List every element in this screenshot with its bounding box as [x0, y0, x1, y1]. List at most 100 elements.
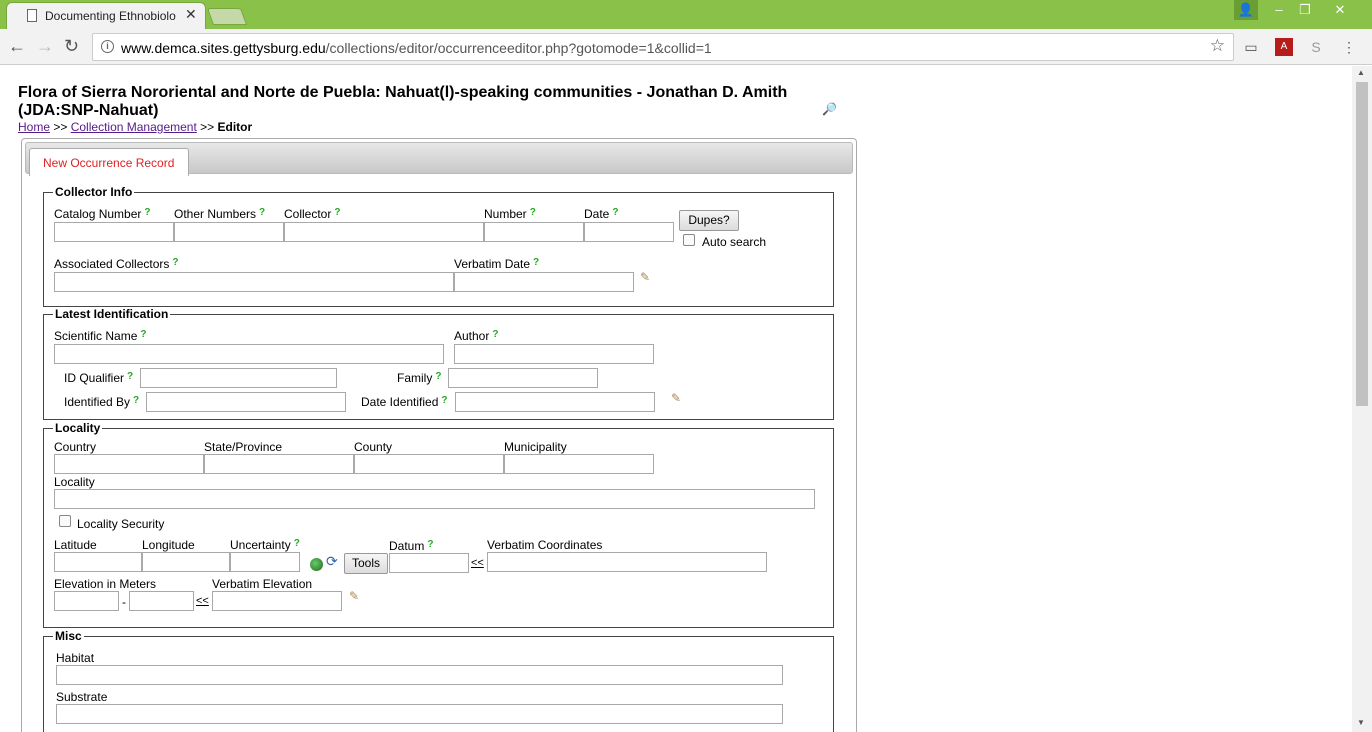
edit-pencil-icon[interactable]: ✎ — [640, 270, 650, 284]
help-icon: ? — [427, 539, 434, 550]
verbatim-coordinates-input[interactable] — [487, 552, 767, 572]
back-icon[interactable]: ← — [8, 36, 26, 56]
breadcrumb-home-link[interactable]: Home — [18, 120, 50, 134]
minimize-icon[interactable]: – — [1268, 0, 1290, 20]
copy-elevation-link[interactable]: << — [196, 595, 209, 607]
geolocate-icon[interactable]: ⟳ — [326, 553, 338, 570]
dupes-button[interactable]: Dupes? — [679, 210, 739, 231]
longitude-label: Longitude — [142, 538, 195, 552]
author-input[interactable] — [454, 344, 654, 364]
scroll-up-icon[interactable]: ▲ — [1357, 68, 1365, 77]
close-tab-icon[interactable]: ✕ — [185, 6, 197, 23]
cast-icon[interactable]: ▭ — [1242, 38, 1260, 56]
editor-panel: New Occurrence Record Collector Info Cat… — [21, 138, 857, 732]
latest-identification-legend: Latest Identification — [53, 307, 171, 321]
breadcrumb-collection-management-link[interactable]: Collection Management — [71, 120, 197, 134]
locality-security-checkbox[interactable] — [59, 515, 71, 527]
help-icon: ? — [334, 207, 341, 218]
reload-icon[interactable]: ↻ — [64, 36, 79, 56]
country-input[interactable] — [54, 454, 204, 474]
info-icon[interactable]: i — [101, 40, 114, 53]
scientific-name-input[interactable] — [54, 344, 444, 364]
help-icon: ? — [133, 395, 140, 406]
collector-label: Collector? — [284, 207, 341, 221]
help-icon: ? — [127, 371, 134, 382]
longitude-input[interactable] — [142, 552, 230, 572]
number-input[interactable] — [484, 222, 584, 242]
help-icon: ? — [140, 329, 147, 340]
edit-pencil-icon[interactable]: ✎ — [349, 589, 359, 603]
page-title: Flora of Sierra Nororiental and Norte de… — [18, 84, 788, 119]
identified-by-label: Identified By? — [64, 395, 140, 409]
breadcrumb-current: Editor — [217, 120, 253, 134]
locality-legend: Locality — [53, 421, 103, 435]
family-input[interactable] — [448, 368, 598, 388]
verbatim-date-input[interactable] — [454, 272, 634, 292]
bookmark-star-icon[interactable]: ☆ — [1210, 36, 1225, 56]
copy-coordinates-link[interactable]: << — [471, 557, 484, 569]
tab-new-occurrence-record[interactable]: New Occurrence Record — [29, 148, 189, 176]
forward-icon[interactable]: → — [36, 36, 54, 56]
substrate-input[interactable] — [56, 704, 783, 724]
substrate-label: Substrate — [56, 690, 108, 704]
habitat-input[interactable] — [56, 665, 783, 685]
misc-fieldset: Misc Habitat Substrate — [43, 630, 834, 732]
browser-tab[interactable]: Documenting Ethnobiolo ✕ — [6, 2, 206, 29]
min-elevation-input[interactable] — [54, 591, 119, 611]
misc-legend: Misc — [53, 629, 84, 643]
id-qualifier-input[interactable] — [140, 368, 337, 388]
municipality-input[interactable] — [504, 454, 654, 474]
locality-input[interactable] — [54, 489, 815, 509]
max-elevation-input[interactable] — [129, 591, 194, 611]
scrollbar-thumb[interactable] — [1356, 82, 1368, 406]
help-icon: ? — [492, 329, 499, 340]
associated-collectors-input[interactable] — [54, 272, 454, 292]
document-icon — [27, 9, 37, 22]
vertical-scrollbar[interactable]: ▲ ▼ — [1352, 66, 1372, 732]
date-label: Date? — [584, 207, 619, 221]
help-icon: ? — [533, 257, 540, 268]
county-label: County — [354, 440, 393, 454]
globe-icon[interactable] — [310, 558, 323, 571]
search-icon[interactable]: 🔎 — [822, 102, 837, 116]
county-input[interactable] — [354, 454, 504, 474]
datum-label: Datum? — [389, 539, 434, 553]
author-label: Author? — [454, 329, 499, 343]
tools-button[interactable]: Tools — [344, 553, 388, 574]
help-icon: ? — [435, 371, 442, 382]
country-label: Country — [54, 440, 97, 454]
verbatim-elevation-label: Verbatim Elevation — [212, 577, 313, 591]
auto-search-checkbox[interactable] — [683, 234, 695, 246]
help-icon: ? — [612, 207, 619, 218]
close-window-icon[interactable]: ✕ — [1328, 0, 1352, 20]
date-input[interactable] — [584, 222, 674, 242]
other-numbers-label: Other Numbers? — [174, 207, 266, 221]
verbatim-elevation-input[interactable] — [212, 591, 342, 611]
uncertainty-input[interactable] — [230, 552, 300, 572]
profile-icon[interactable]: 👤 — [1234, 0, 1258, 20]
page-content: Flora of Sierra Nororiental and Norte de… — [0, 66, 1352, 732]
latitude-input[interactable] — [54, 552, 142, 572]
catalog-number-label: Catalog Number? — [54, 207, 151, 221]
browser-toolbar: ← → ↻ i www.demca.sites.gettysburg.edu/c… — [0, 29, 1372, 65]
new-tab-button[interactable] — [206, 8, 248, 25]
locality-security-label: Locality Security — [77, 517, 165, 531]
elevation-label: Elevation in Meters — [54, 577, 157, 591]
edit-pencil-icon[interactable]: ✎ — [671, 391, 681, 405]
pdf-extension-icon[interactable]: A — [1275, 38, 1293, 56]
skype-extension-icon[interactable]: S — [1307, 38, 1325, 56]
catalog-number-input[interactable] — [54, 222, 174, 242]
datum-input[interactable] — [389, 553, 469, 573]
collector-input[interactable] — [284, 222, 484, 242]
scroll-down-icon[interactable]: ▼ — [1357, 718, 1365, 727]
number-label: Number? — [484, 207, 536, 221]
state-province-input[interactable] — [204, 454, 354, 474]
identified-by-input[interactable] — [146, 392, 346, 412]
elevation-separator: - — [122, 595, 126, 609]
menu-icon[interactable]: ⋮ — [1340, 38, 1358, 56]
verbatim-coordinates-label: Verbatim Coordinates — [487, 538, 603, 552]
date-identified-input[interactable] — [455, 392, 655, 412]
address-bar[interactable]: i www.demca.sites.gettysburg.edu/collect… — [92, 33, 1234, 61]
restore-icon[interactable]: ❐ — [1294, 0, 1316, 20]
other-numbers-input[interactable] — [174, 222, 284, 242]
